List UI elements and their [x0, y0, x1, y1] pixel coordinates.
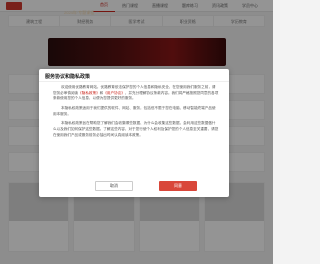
user-agreement-link[interactable]: 《用户协议》 — [103, 91, 125, 95]
cancel-button[interactable]: 取消 — [95, 181, 133, 191]
policy-paragraph: 欢迎使用优路教育网站。优路教育依法保护您的个人信息和隐私安全，在您使用我们服务之… — [53, 85, 219, 102]
privacy-policy-dialog: 服务协议和隐私政策 欢迎使用优路教育网站。优路教育依法保护您的个人信息和隐私安全… — [39, 69, 229, 197]
privacy-policy-link[interactable]: 《隐私政策》 — [78, 91, 100, 95]
dialog-title: 服务协议和隐私政策 — [45, 74, 91, 80]
policy-paragraph: 本隐私权政策旨在帮助您了解我们会收集哪些数据、为什么会收集这些数据，会利用这些数… — [53, 121, 219, 137]
dialog-body: 欢迎使用优路教育网站。优路教育依法保护您的个人信息和隐私安全，在您使用我们服务之… — [53, 85, 219, 142]
page: 首页 热门课程 直播课程 题库练习 资讯政策 学员中心 建筑工程 财经税务 医学… — [0, 0, 273, 264]
divider — [39, 81, 229, 82]
policy-paragraph: 本隐私权政策适用于我们提供的软件、网站、服务，包括但不限于您在电脑、移动智能终端… — [53, 105, 216, 116]
agree-button[interactable]: 同意 — [159, 181, 197, 191]
